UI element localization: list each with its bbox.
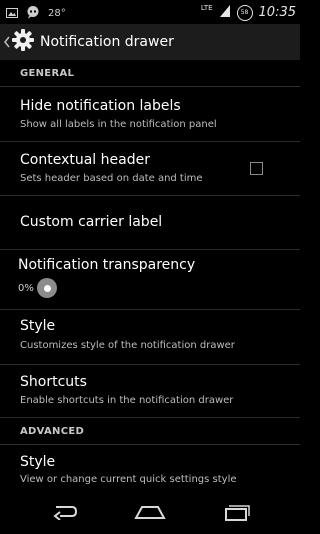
- network-type: LTE: [200, 4, 213, 12]
- pref-summary: Sets header based on date and time: [20, 173, 203, 184]
- pref-summary: Customizes style of the notification dra…: [20, 340, 235, 351]
- pref-title: Shortcuts: [20, 374, 87, 390]
- gear-icon: [11, 28, 35, 56]
- pref-quick-settings-style[interactable]: Style View or change current quick setti…: [0, 445, 300, 493]
- pref-notification-transparency[interactable]: Notification transparency 0%: [0, 250, 300, 310]
- pref-title: Contextual header: [20, 152, 150, 168]
- pref-summary: View or change current quick settings st…: [20, 474, 237, 485]
- transparency-slider-thumb[interactable]: [37, 278, 57, 298]
- chat-icon: [26, 4, 40, 23]
- transparency-value: 0%: [18, 283, 34, 294]
- clock: 10:35: [258, 5, 296, 20]
- pref-hide-notification-labels[interactable]: Hide notification labels Show all labels…: [0, 87, 300, 142]
- pref-summary: Enable shortcuts in the notification dra…: [20, 395, 234, 406]
- pref-contextual-header[interactable]: Contextual header Sets header based on d…: [0, 142, 300, 196]
- navigation-bar: [0, 493, 300, 534]
- image-icon: [6, 4, 18, 23]
- pref-title: Style: [20, 454, 56, 470]
- home-icon: [134, 504, 166, 524]
- section-header-advanced: ADVANCED: [0, 418, 300, 445]
- pref-title: Style: [20, 318, 56, 334]
- chevron-left-icon: [4, 33, 10, 52]
- up-button[interactable]: [4, 24, 35, 60]
- recents-icon: [222, 503, 250, 525]
- pref-title: Custom carrier label: [20, 214, 163, 230]
- back-button[interactable]: [34, 493, 94, 534]
- pref-title: Hide notification labels: [20, 98, 181, 114]
- back-icon: [50, 504, 78, 524]
- section-title: ADVANCED: [20, 426, 85, 437]
- action-bar: Notification drawer: [0, 24, 300, 60]
- battery-icon: 58: [236, 4, 253, 21]
- recents-button[interactable]: [206, 493, 266, 534]
- page-title: Notification drawer: [40, 34, 174, 50]
- contextual-header-checkbox[interactable]: [250, 162, 263, 175]
- pref-title: Notification transparency: [18, 257, 196, 273]
- pref-style[interactable]: Style Customizes style of the notificati…: [0, 310, 300, 365]
- pref-summary: Show all labels in the notification pane…: [20, 119, 217, 130]
- home-button[interactable]: [120, 493, 180, 534]
- section-header-general: GENERAL: [0, 60, 300, 87]
- section-title: GENERAL: [20, 68, 75, 79]
- status-bar: 28° LTE 58 10:35: [0, 0, 300, 24]
- pref-custom-carrier-label[interactable]: Custom carrier label: [0, 196, 300, 250]
- pref-shortcuts[interactable]: Shortcuts Enable shortcuts in the notifi…: [0, 365, 300, 418]
- signal-icon: [219, 3, 231, 22]
- temperature: 28°: [48, 8, 66, 19]
